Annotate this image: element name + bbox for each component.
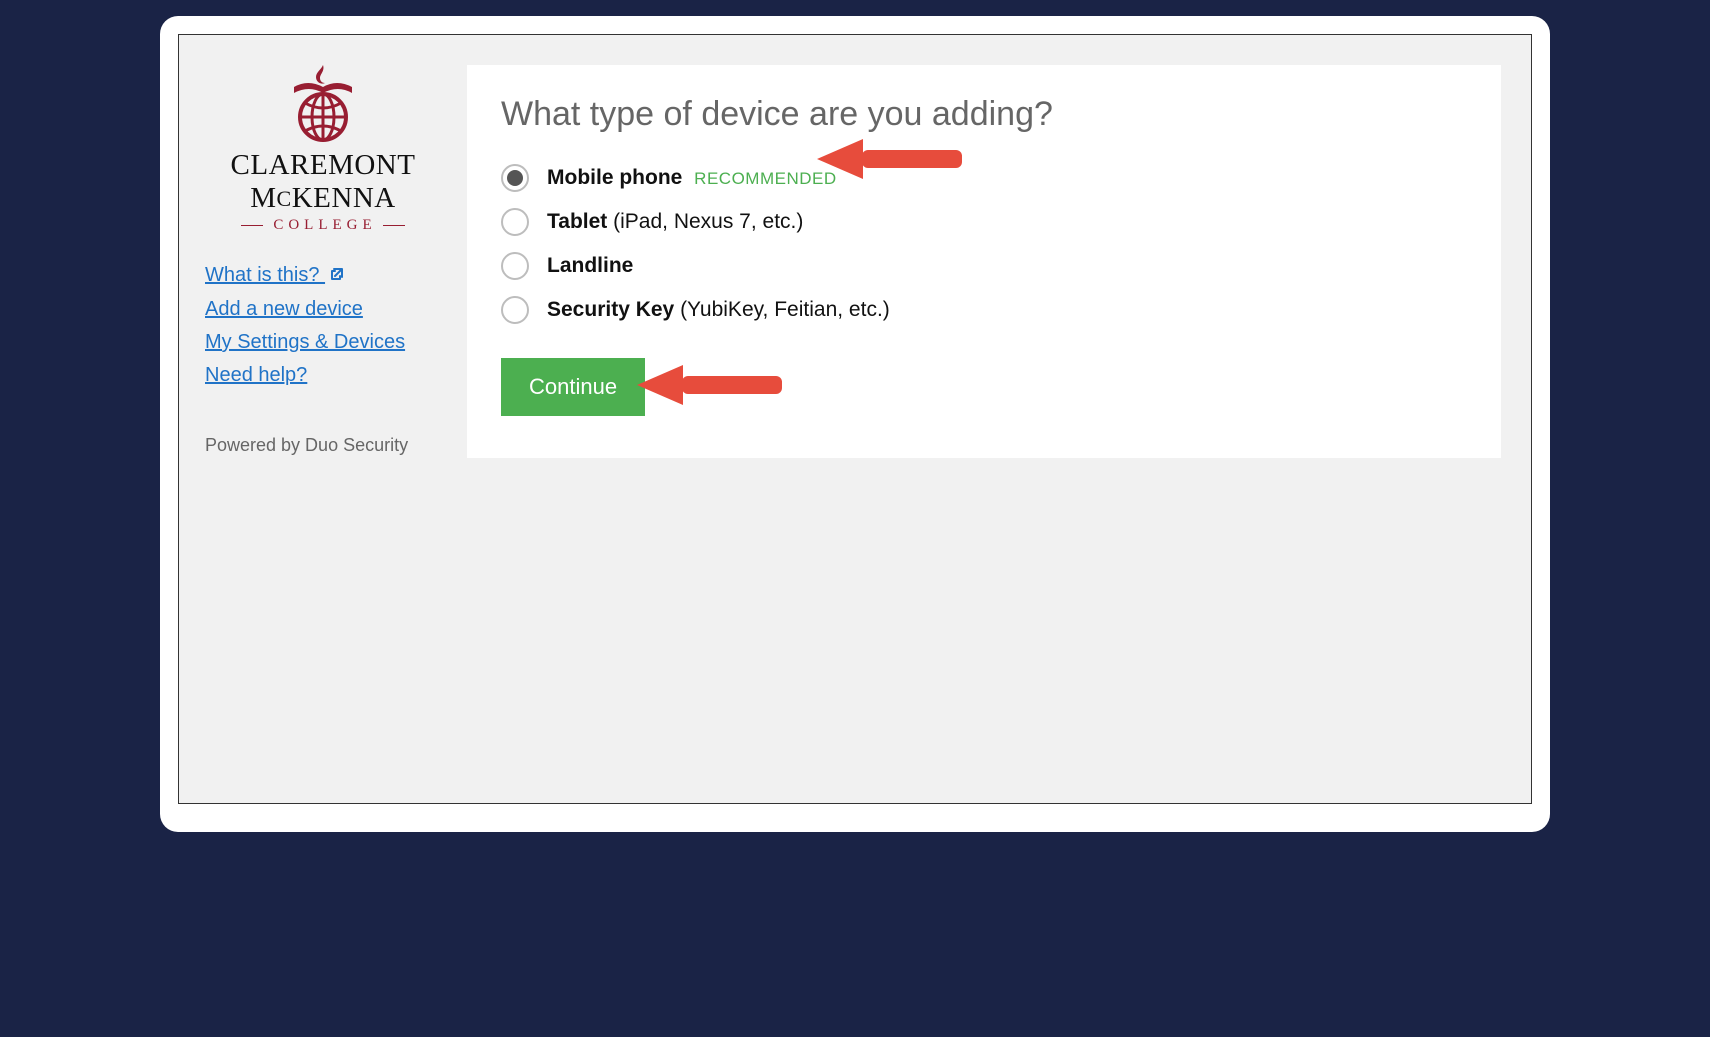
logo-text-line2: MCKENNA — [223, 182, 423, 215]
outer-card: CLAREMONT MCKENNA COLLEGE What is this? — [160, 16, 1550, 832]
duo-frame: CLAREMONT MCKENNA COLLEGE What is this? — [178, 34, 1532, 804]
option-label: Landline — [547, 254, 633, 277]
link-need-help[interactable]: Need help? — [205, 364, 405, 387]
option-security-key[interactable]: Security Key (YubiKey, Feitian, etc.) — [501, 296, 1467, 324]
powered-by-text: Powered by Duo Security — [205, 435, 408, 456]
option-landline[interactable]: Landline — [501, 252, 1467, 280]
main-area: What type of device are you adding? Mobi… — [467, 35, 1531, 803]
option-hint: (iPad, Nexus 7, etc.) — [607, 210, 803, 233]
radio-icon — [501, 208, 529, 236]
link-add-new-device[interactable]: Add a new device — [205, 298, 405, 321]
annotation-arrow-icon — [637, 357, 787, 413]
option-label: Tablet — [547, 210, 607, 233]
recommended-badge: RECOMMENDED — [694, 169, 836, 188]
logo-text-line1: CLAREMONT — [223, 149, 423, 182]
option-label: Mobile phone — [547, 166, 682, 189]
option-mobile-phone[interactable]: Mobile phone RECOMMENDED — [501, 164, 1467, 192]
sidebar-links: What is this? Add a new device My Settin… — [205, 264, 405, 387]
link-my-settings-devices[interactable]: My Settings & Devices — [205, 331, 405, 354]
device-type-card: What type of device are you adding? Mobi… — [467, 65, 1501, 458]
institution-logo: CLAREMONT MCKENNA COLLEGE — [223, 65, 423, 234]
device-type-options: Mobile phone RECOMMENDED Tablet (iPad, N… — [501, 164, 1467, 324]
rule-right — [383, 225, 405, 227]
logo-college-line: COLLEGE — [223, 217, 423, 234]
globe-book-icon — [280, 65, 366, 143]
radio-icon — [501, 296, 529, 324]
radio-icon — [501, 252, 529, 280]
link-what-is-this[interactable]: What is this? — [205, 264, 405, 288]
page-title: What type of device are you adding? — [501, 95, 1467, 134]
continue-button[interactable]: Continue — [501, 358, 645, 416]
option-hint: (YubiKey, Feitian, etc.) — [674, 298, 890, 321]
rule-left — [241, 225, 263, 227]
option-tablet[interactable]: Tablet (iPad, Nexus 7, etc.) — [501, 208, 1467, 236]
external-link-icon — [329, 265, 345, 288]
radio-icon — [501, 164, 529, 192]
option-label: Security Key — [547, 298, 674, 321]
sidebar: CLAREMONT MCKENNA COLLEGE What is this? — [179, 35, 467, 803]
